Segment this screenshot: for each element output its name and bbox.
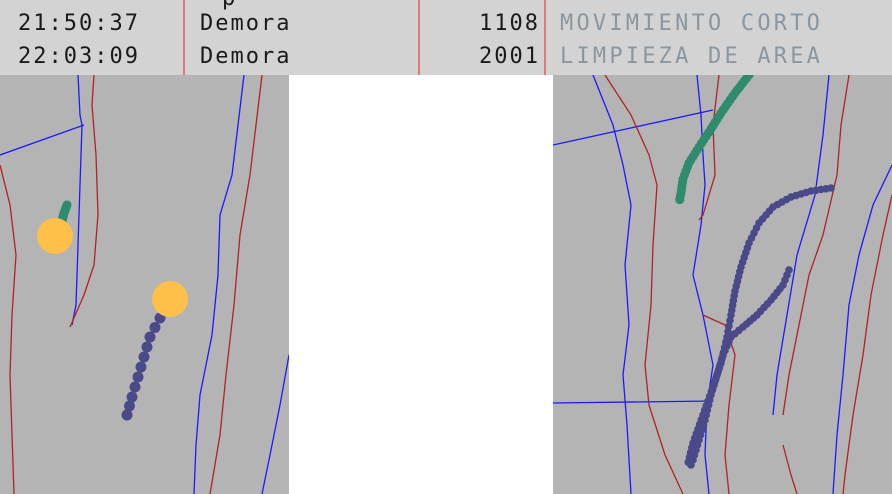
map-view-left[interactable]: [0, 75, 289, 494]
event-description: LIMPIEZA DE AREA: [560, 44, 824, 69]
track-point: [138, 351, 150, 363]
event-time: 22:03:09: [18, 44, 140, 69]
event-log-table: p 21:50:37 Demora 1108 MOVIMIENTO CORTO …: [0, 0, 892, 75]
boundary-line-blue: [193, 75, 245, 494]
event-type: Demora: [200, 11, 292, 36]
table-row[interactable]: 22:03:09 Demora 2001 LIMPIEZA DE AREA: [0, 40, 892, 73]
event-description: MOVIMIENTO CORTO: [560, 11, 824, 36]
track-point: [129, 381, 141, 393]
event-type: Demora: [200, 44, 292, 69]
boundary-line-blue: [592, 75, 632, 494]
vehicle-marker-icon[interactable]: [152, 281, 188, 317]
boundary-line-blue: [832, 164, 892, 494]
track-path-navy: [121, 312, 166, 421]
track-point: [132, 371, 144, 383]
boundary-line-blue: [261, 354, 289, 494]
boundary-line-blue: [0, 124, 85, 156]
track-path-navy: [684, 184, 835, 469]
boundary-line-red: [842, 194, 892, 494]
boundary-line-blue: [553, 109, 714, 146]
boundary-line-red: [782, 444, 798, 494]
map-canvas-right: [553, 75, 892, 494]
boundary-line-red: [782, 75, 850, 416]
column-divider: [183, 0, 185, 75]
boundary-line-blue: [553, 400, 714, 404]
boundary-line-blue: [772, 75, 830, 416]
map-canvas-left: [0, 75, 289, 494]
boundary-line-blue: [71, 75, 83, 326]
event-time: 21:50:37: [18, 11, 140, 36]
track-path-green: [675, 75, 754, 205]
vehicle-marker-icon[interactable]: [37, 218, 73, 254]
table-row[interactable]: 21:50:37 Demora 1108 MOVIMIENTO CORTO: [0, 7, 892, 40]
track-point: [141, 341, 153, 353]
track-point: [135, 361, 147, 373]
map-view-right[interactable]: [553, 75, 892, 494]
track-point: [149, 322, 161, 333]
track-point: [144, 331, 156, 343]
event-code: 1108: [479, 11, 540, 36]
event-code: 2001: [479, 44, 540, 69]
track-point: [121, 409, 133, 421]
column-divider: [418, 0, 420, 75]
column-divider: [544, 0, 546, 75]
track-point: [675, 195, 685, 205]
boundary-line-red: [0, 164, 17, 494]
track-point: [687, 461, 695, 469]
boundary-line-red: [69, 75, 99, 328]
